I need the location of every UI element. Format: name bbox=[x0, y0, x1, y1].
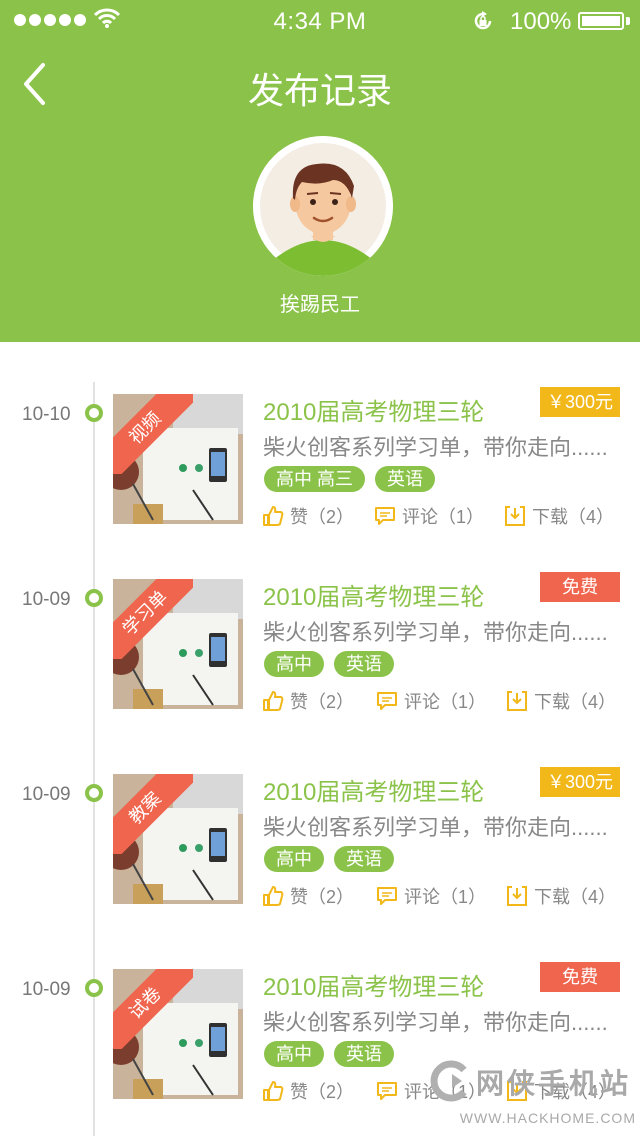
timeline-dot bbox=[85, 784, 103, 802]
comment-icon bbox=[377, 692, 397, 710]
price-badge: ￥300元 bbox=[540, 767, 620, 797]
thumbs-up-icon bbox=[263, 1081, 284, 1101]
comment-icon bbox=[377, 1082, 397, 1100]
battery-tip bbox=[626, 17, 630, 25]
tag-grade: 高中 bbox=[264, 846, 324, 872]
comment-button[interactable]: 评论（1） bbox=[374, 502, 484, 530]
profile-header: 4:34 PM 100% 发布记录 挨踢民工 bbox=[0, 0, 640, 342]
comment-icon bbox=[377, 887, 397, 905]
download-count: 下载（4） bbox=[532, 507, 615, 527]
badge-wrap: 学习单 bbox=[113, 579, 193, 659]
comment-icon bbox=[375, 507, 395, 525]
record-title[interactable]: 2010届高考物理三轮 bbox=[263, 772, 484, 807]
download-button[interactable]: 下载（4） bbox=[504, 502, 614, 530]
thumbs-up-icon bbox=[263, 506, 284, 526]
record-title[interactable]: 2010届高考物理三轮 bbox=[263, 967, 484, 1002]
record-date: 10-09 bbox=[22, 784, 71, 805]
comment-count: 评论（1） bbox=[404, 692, 487, 712]
record-description: 柴火创客系列学习单，带你走向...... bbox=[263, 620, 608, 645]
record-actions: 赞（2） 评论（1） 下载（4） bbox=[262, 882, 622, 910]
tag-subject: 英语 bbox=[334, 1041, 394, 1067]
comment-button[interactable]: 评论（1） bbox=[376, 882, 486, 910]
watermark-name: 网侠手机站 bbox=[476, 1068, 632, 1099]
badge-wrap: 教案 bbox=[113, 774, 193, 854]
user-avatar-icon bbox=[253, 136, 393, 276]
type-badge: 试卷 bbox=[113, 969, 193, 1049]
page-title: 发布记录 bbox=[247, 70, 392, 111]
timeline-dot bbox=[85, 979, 103, 997]
username: 挨踢民工 bbox=[280, 294, 360, 316]
record-thumbnail[interactable]: 学习单 bbox=[113, 579, 243, 709]
type-badge: 教案 bbox=[113, 774, 193, 854]
badge-wrap: 试卷 bbox=[113, 969, 193, 1049]
record-item[interactable]: 10-10 视频 2010届高考物理三轮 ￥300元 柴火创客系列学习单，带你走… bbox=[0, 387, 640, 542]
tag-list: 高中 高三 英语 bbox=[264, 466, 436, 492]
download-button[interactable]: 下载（4） bbox=[506, 687, 616, 715]
price-badge: ￥300元 bbox=[540, 387, 620, 417]
thumbs-up-icon bbox=[263, 691, 284, 711]
tag-grade: 高中 高三 bbox=[264, 466, 366, 492]
tag-list: 高中 英语 bbox=[264, 846, 394, 872]
download-icon bbox=[507, 691, 527, 711]
timeline-dot bbox=[85, 589, 103, 607]
record-date: 10-09 bbox=[22, 589, 71, 610]
type-badge: 学习单 bbox=[113, 579, 193, 659]
like-count: 赞（2） bbox=[290, 692, 355, 712]
badge-wrap: 视频 bbox=[113, 394, 193, 474]
record-date: 10-09 bbox=[22, 979, 71, 1000]
tag-subject: 英语 bbox=[334, 846, 394, 872]
tag-subject: 英语 bbox=[334, 651, 394, 677]
price-badge: 免费 bbox=[540, 572, 620, 602]
tag-grade: 高中 bbox=[264, 1041, 324, 1067]
price-badge: 免费 bbox=[540, 962, 620, 992]
watermark: 网侠手机站 WWW.HACKHOME.COM bbox=[430, 1058, 640, 1136]
battery-icon bbox=[578, 12, 624, 30]
record-title[interactable]: 2010届高考物理三轮 bbox=[263, 392, 484, 427]
tag-grade: 高中 bbox=[264, 651, 324, 677]
tag-list: 高中 英语 bbox=[264, 651, 394, 677]
comment-button[interactable]: 评论（1） bbox=[376, 687, 486, 715]
rotation-lock-icon bbox=[474, 11, 492, 30]
download-icon bbox=[505, 506, 525, 526]
tag-subject: 英语 bbox=[375, 466, 436, 492]
like-count: 赞（2） bbox=[290, 507, 355, 527]
record-item[interactable]: 10-09 教案 2010届高考物理三轮 ￥300元 柴火创客系列学习单，带你走… bbox=[0, 767, 640, 922]
record-date: 10-10 bbox=[22, 404, 71, 425]
watermark-url: WWW.HACKHOME.COM bbox=[459, 1110, 636, 1126]
record-item[interactable]: 10-09 学习单 2010届高考物理三轮 免费 柴火创客系列学习单，带你走向.… bbox=[0, 572, 640, 727]
record-thumbnail[interactable]: 试卷 bbox=[113, 969, 243, 1099]
avatar[interactable] bbox=[253, 136, 393, 276]
timeline-dot bbox=[85, 404, 103, 422]
battery-percent: 100% bbox=[510, 8, 572, 35]
thumbs-up-icon bbox=[263, 886, 284, 906]
download-count: 下载（4） bbox=[534, 887, 617, 907]
record-title[interactable]: 2010届高考物理三轮 bbox=[263, 577, 484, 612]
tag-list: 高中 英语 bbox=[264, 1041, 394, 1067]
record-description: 柴火创客系列学习单，带你走向...... bbox=[263, 1010, 608, 1035]
like-button[interactable]: 赞（2） bbox=[262, 687, 354, 715]
download-button[interactable]: 下载（4） bbox=[506, 882, 616, 910]
like-button[interactable]: 赞（2） bbox=[262, 1077, 354, 1105]
download-count: 下载（4） bbox=[534, 692, 617, 712]
watermark-logo-icon bbox=[430, 1060, 467, 1102]
comment-count: 评论（1） bbox=[404, 887, 487, 907]
type-badge: 视频 bbox=[113, 394, 193, 474]
record-actions: 赞（2） 评论（1） 下载（4） bbox=[262, 687, 622, 715]
record-thumbnail[interactable]: 视频 bbox=[113, 394, 243, 524]
comment-count: 评论（1） bbox=[402, 507, 485, 527]
like-count: 赞（2） bbox=[290, 1082, 355, 1102]
like-button[interactable]: 赞（2） bbox=[262, 882, 354, 910]
status-bar: 4:34 PM 100% bbox=[0, 0, 640, 40]
download-icon bbox=[507, 886, 527, 906]
record-thumbnail[interactable]: 教案 bbox=[113, 774, 243, 904]
like-count: 赞（2） bbox=[290, 887, 355, 907]
record-description: 柴火创客系列学习单，带你走向...... bbox=[263, 815, 608, 840]
record-actions: 赞（2） 评论（1） 下载（4） bbox=[262, 502, 622, 530]
record-description: 柴火创客系列学习单，带你走向...... bbox=[263, 435, 608, 460]
like-button[interactable]: 赞（2） bbox=[262, 502, 354, 530]
